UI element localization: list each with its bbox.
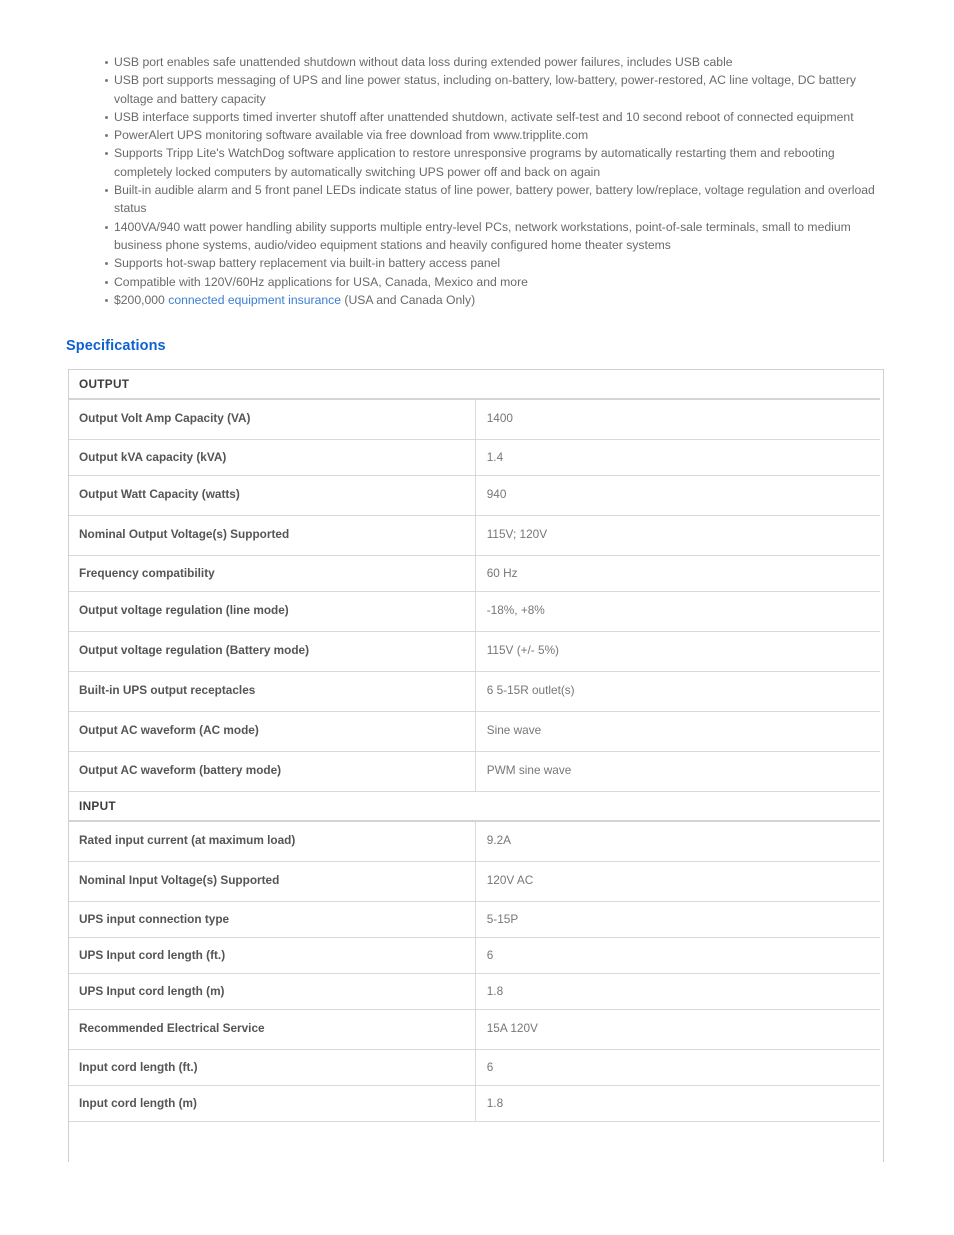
feature-bullet-item: USB port enables safe unattended shutdow… (105, 53, 885, 71)
feature-bullet-item: $200,000 connected equipment insurance (… (105, 291, 885, 309)
feature-bullet-text: USB port supports messaging of UPS and l… (114, 73, 856, 106)
spec-table-row: UPS Input cord length (ft.) 6 (69, 937, 883, 974)
spec-row-label: Output voltage regulation (line mode) (69, 591, 476, 632)
feature-bullet-text: 1400VA/940 watt power handling ability s… (114, 219, 851, 252)
spec-row-label: Output AC waveform (battery mode) (69, 751, 476, 792)
specifications-table-body: OUTPUT Output Volt Amp Capacity (VA) 1400 O… (69, 370, 883, 1122)
spec-row-label: Output Volt Amp Capacity (VA) (69, 399, 476, 440)
spec-row-label: Frequency compatibility (69, 555, 476, 592)
spec-row-label: Input cord length (ft.) (69, 1049, 476, 1086)
spec-section-title: OUTPUT (69, 370, 882, 400)
spec-row-value: 120V AC (475, 861, 883, 902)
spec-section-header-row: INPUT (69, 791, 882, 822)
spec-row-value: 940 (475, 475, 883, 516)
feature-bullet-item: PowerAlert UPS monitoring software avail… (105, 126, 885, 144)
spec-row-label: UPS Input cord length (ft.) (69, 937, 476, 974)
spec-row-value: -18%, +8% (475, 591, 883, 632)
feature-bullet-item: Compatible with 120V/60Hz applications f… (105, 273, 885, 291)
connected-equipment-insurance-link[interactable]: connected equipment insurance (168, 293, 341, 307)
spec-row-value: 1.8 (475, 973, 883, 1010)
spec-table-row: Input cord length (ft.) 6 (69, 1049, 883, 1086)
feature-bullet-list: USB port enables safe unattended shutdow… (105, 53, 885, 309)
spec-section-title: INPUT (69, 791, 882, 822)
spec-row-value: PWM sine wave (475, 751, 883, 792)
spec-table-row: Recommended Electrical Service 15A 120V (69, 1009, 883, 1050)
feature-bullet-text: Supports Tripp Lite's WatchDog software … (114, 146, 835, 179)
feature-bullet-text: Compatible with 120V/60Hz applications f… (114, 274, 528, 289)
spec-table-row: UPS input connection type 5-15P (69, 901, 883, 938)
spec-row-label: Nominal Input Voltage(s) Supported (69, 861, 476, 902)
spec-row-value: 9.2A (475, 821, 883, 862)
spec-row-value: 1.8 (475, 1085, 883, 1122)
feature-bullet-text: Built-in audible alarm and 5 front panel… (114, 183, 875, 216)
spec-table-row: Output AC waveform (AC mode) Sine wave (69, 711, 883, 752)
feature-bullet-item: USB port supports messaging of UPS and l… (105, 71, 885, 108)
spec-row-value: 60 Hz (475, 555, 883, 592)
spec-table-row: Nominal Output Voltage(s) Supported 115V;… (69, 515, 883, 556)
spec-row-label: UPS Input cord length (m) (69, 973, 476, 1010)
spec-row-label: Recommended Electrical Service (69, 1009, 476, 1050)
spec-table-row: Output voltage regulation (Battery mode)… (69, 631, 883, 672)
spec-table-row: Input cord length (m) 1.8 (69, 1085, 883, 1122)
feature-bullet-text: USB interface supports timed inverter sh… (114, 109, 854, 124)
feature-bullet-item: Built-in audible alarm and 5 front panel… (105, 181, 885, 218)
spec-row-value: 1400 (475, 399, 883, 440)
spec-table-row: Nominal Input Voltage(s) Supported 120V A… (69, 861, 883, 902)
spec-row-label: Input cord length (m) (69, 1085, 476, 1122)
spec-row-label: Output kVA capacity (kVA) (69, 439, 476, 476)
feature-bullet-item: USB interface supports timed inverter sh… (105, 108, 885, 126)
feature-bullet-item: Supports hot-swap battery replacement vi… (105, 254, 885, 272)
spec-row-value: 1.4 (475, 439, 883, 476)
spec-row-label: Output Watt Capacity (watts) (69, 475, 476, 516)
feature-bullet-text: Supports hot-swap battery replacement vi… (114, 256, 501, 271)
spec-row-value: 115V (+/- 5%) (475, 631, 883, 672)
spec-table-row: UPS Input cord length (m) 1.8 (69, 973, 883, 1010)
feature-bullet-text: (USA and Canada Only) (341, 292, 476, 307)
feature-bullet-text: PowerAlert UPS monitoring software avail… (114, 128, 589, 143)
spec-table-row: Frequency compatibility 60 Hz (69, 555, 883, 592)
spec-row-value: 6 (475, 937, 883, 974)
specifications-table-container: OUTPUT Output Volt Amp Capacity (VA) 1400 O… (68, 369, 884, 1162)
spec-row-label: Built-in UPS output receptacles (69, 671, 476, 712)
spec-row-value: 6 5-15R outlet(s) (475, 671, 883, 712)
spec-row-value: 15A 120V (475, 1009, 883, 1050)
spec-row-value: 115V; 120V (475, 515, 883, 556)
spec-row-label: Output voltage regulation (Battery mode) (69, 631, 476, 672)
specifications-heading: Specifications (66, 338, 166, 354)
spec-row-label: Rated input current (at maximum load) (69, 821, 476, 862)
feature-bullet-item: 1400VA/940 watt power handling ability s… (105, 218, 885, 255)
feature-bullet-text: $200,000 (114, 292, 169, 307)
spec-row-value: 6 (475, 1049, 883, 1086)
spec-table-row: Rated input current (at maximum load) 9.2… (69, 821, 883, 862)
feature-bullet-text: USB port enables safe unattended shutdow… (114, 55, 733, 69)
spec-row-label: UPS input connection type (69, 901, 476, 938)
spec-table-row: Output Volt Amp Capacity (VA) 1400 (69, 399, 883, 440)
spec-row-label: Nominal Output Voltage(s) Supported (69, 515, 476, 556)
spec-table-row: Built-in UPS output receptacles 6 5-15R o… (69, 671, 883, 712)
spec-table-row: Output kVA capacity (kVA) 1.4 (69, 439, 883, 476)
spec-table-row: Output AC waveform (battery mode) PWM sin… (69, 751, 883, 792)
feature-bullet-item: Supports Tripp Lite's WatchDog software … (105, 144, 885, 181)
specifications-table: OUTPUT Output Volt Amp Capacity (VA) 1400 O… (69, 370, 883, 1122)
spec-row-value: 5-15P (475, 901, 883, 938)
spec-table-row: Output Watt Capacity (watts) 940 (69, 475, 883, 516)
spec-section-header-row: OUTPUT (69, 370, 882, 400)
spec-row-label: Output AC waveform (AC mode) (69, 711, 476, 752)
spec-table-row: Output voltage regulation (line mode) -18… (69, 591, 883, 632)
spec-row-value: Sine wave (475, 711, 883, 752)
